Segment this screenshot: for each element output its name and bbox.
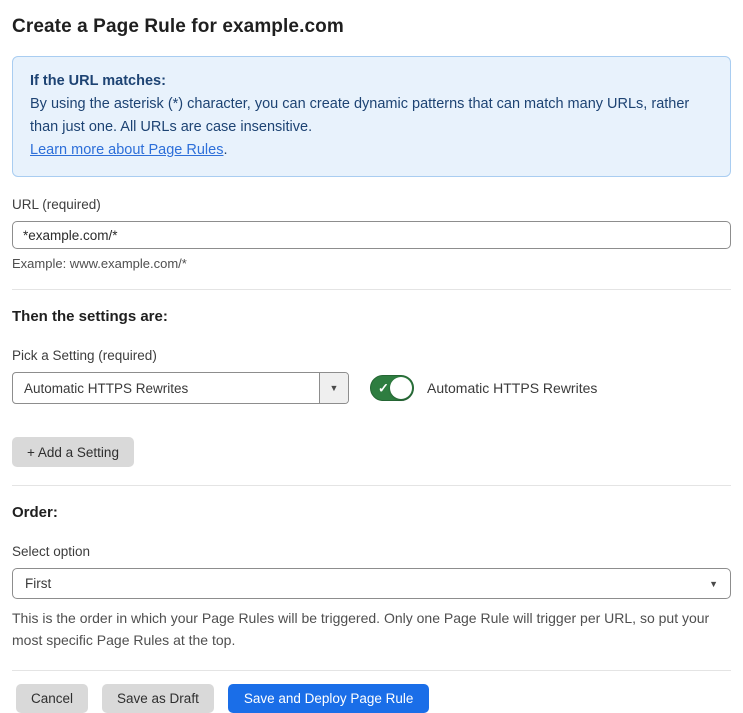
page-title: Create a Page Rule for example.com — [12, 16, 344, 37]
save-deploy-button[interactable]: Save and Deploy Page Rule — [227, 684, 430, 713]
order-helper-text: This is the order in which your Page Rul… — [12, 610, 710, 648]
select-option-label: Select option — [12, 544, 91, 559]
https-rewrites-toggle[interactable]: ✓ — [370, 375, 414, 401]
setting-dropdown[interactable]: Automatic HTTPS Rewrites ▼ — [12, 372, 349, 404]
info-box-body: By using the asterisk (*) character, you… — [30, 96, 690, 135]
cancel-button[interactable]: Cancel — [16, 684, 89, 713]
settings-section-heading: Then the settings are: — [12, 308, 168, 325]
url-example-helper: Example: www.example.com/* — [12, 256, 187, 271]
link-suffix: . — [223, 142, 228, 158]
check-icon: ✓ — [378, 380, 389, 396]
order-select[interactable]: First ▼ — [12, 568, 731, 599]
toggle-knob — [390, 377, 412, 399]
info-box-heading: If the URL matches: — [30, 73, 166, 89]
caret-down-icon: ▼ — [329, 383, 339, 393]
learn-more-link[interactable]: Learn more about Page Rules — [30, 142, 223, 158]
save-draft-button[interactable]: Save as Draft — [102, 684, 214, 713]
divider — [12, 289, 731, 290]
caret-down-icon: ▼ — [709, 578, 718, 589]
toggle-label: Automatic HTTPS Rewrites — [427, 380, 598, 396]
setting-row: Automatic HTTPS Rewrites ▼ ✓ Automatic H… — [12, 372, 731, 404]
url-input[interactable] — [12, 221, 731, 249]
setting-dropdown-arrow-seg[interactable]: ▼ — [319, 373, 348, 403]
create-page-rule-form: Create a Page Rule for example.com If th… — [0, 0, 743, 713]
info-box-link-line: Learn more about Page Rules. — [30, 139, 713, 162]
pick-setting-label: Pick a Setting (required) — [12, 348, 157, 363]
url-matches-info-box: If the URL matches: By using the asteris… — [12, 56, 731, 177]
footer-actions: Cancel Save as Draft Save and Deploy Pag… — [12, 671, 731, 713]
add-setting-button[interactable]: + Add a Setting — [12, 437, 134, 467]
setting-dropdown-value: Automatic HTTPS Rewrites — [24, 380, 189, 396]
order-select-value: First — [25, 576, 52, 591]
divider — [12, 485, 731, 486]
url-field-label: URL (required) — [12, 197, 101, 212]
order-section-heading: Order: — [12, 504, 58, 521]
toggle-wrap: ✓ Automatic HTTPS Rewrites — [370, 375, 597, 401]
